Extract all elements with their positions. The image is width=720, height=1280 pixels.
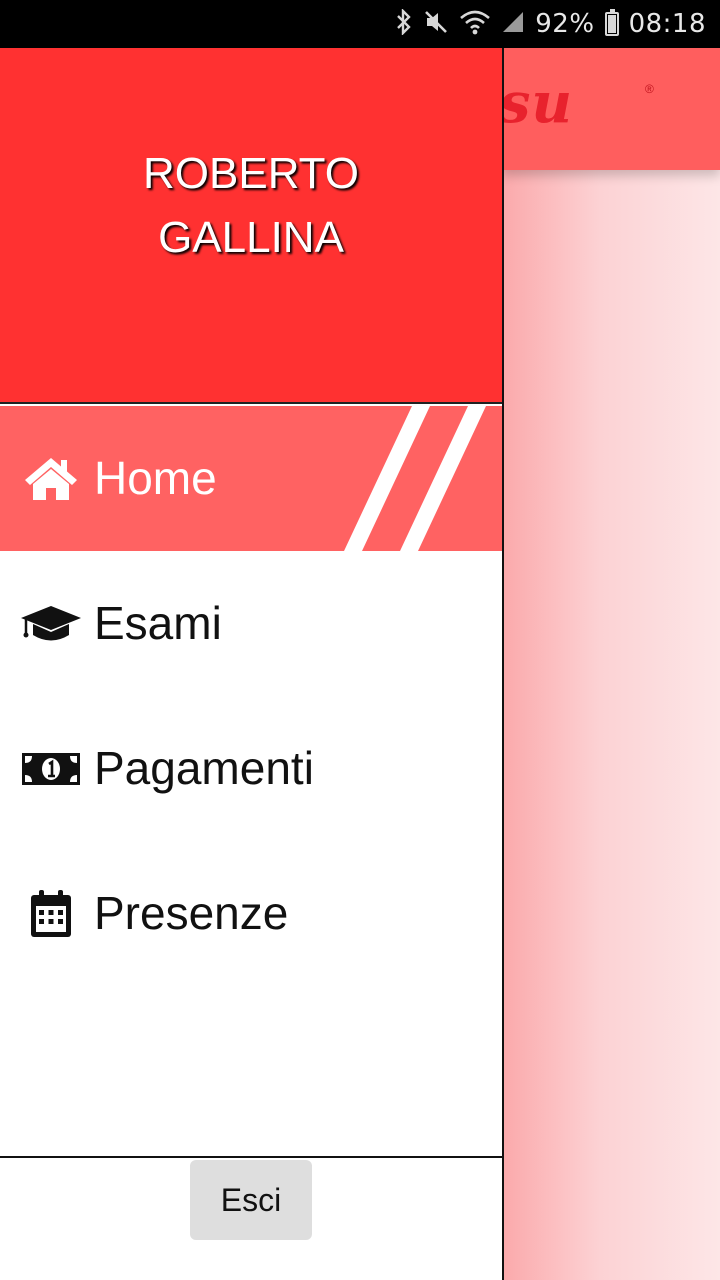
menu-item-presenze[interactable]: Presenze (0, 841, 502, 986)
home-icon (20, 455, 82, 503)
menu-item-label: Presenze (94, 886, 289, 939)
logout-button[interactable]: Esci (190, 1160, 312, 1240)
status-icons: 92% 08:18 (395, 0, 706, 48)
menu-item-home[interactable]: Home (0, 406, 502, 551)
battery-icon (604, 9, 619, 36)
decorative-stripes (344, 406, 486, 551)
drawer-divider (0, 1156, 502, 1158)
menu-item-esami[interactable]: Esami (0, 551, 502, 696)
navigation-drawer: ROBERTO GALLINA Home Esami Pagamenti Pre… (0, 48, 504, 1280)
menu-item-label: Esami (94, 596, 222, 649)
money-bill-icon (20, 745, 82, 793)
mute-icon (423, 9, 449, 40)
bluetooth-icon (395, 7, 413, 40)
graduation-cap-icon (20, 600, 82, 648)
menu-item-label: Pagamenti (94, 741, 314, 794)
calendar-icon (20, 889, 82, 938)
user-last-name: GALLINA (158, 213, 344, 262)
user-name: ROBERTO GALLINA (0, 142, 502, 270)
drawer-header: ROBERTO GALLINA (0, 48, 502, 404)
trademark-symbol: ® (645, 82, 654, 96)
drawer-menu: Home Esami Pagamenti Presenze (0, 406, 502, 986)
clock: 08:18 (628, 9, 706, 39)
menu-item-pagamenti[interactable]: Pagamenti (0, 696, 502, 841)
app-toolbar: tsu ® (502, 48, 720, 170)
menu-item-label: Home (94, 451, 217, 504)
battery-percent: 92% (535, 9, 595, 39)
wifi-icon (459, 9, 491, 40)
battery-level (607, 14, 616, 33)
signal-icon (501, 10, 525, 39)
status-bar: 92% 08:18 (0, 0, 720, 48)
app-logo: tsu (502, 70, 574, 136)
background-app: tsu ® (502, 48, 720, 1280)
user-first-name: ROBERTO (143, 149, 359, 198)
